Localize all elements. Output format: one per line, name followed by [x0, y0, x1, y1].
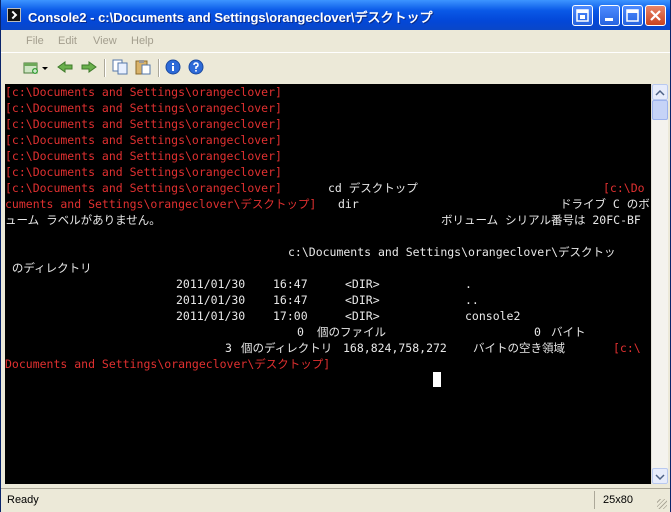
toolbar	[1, 52, 670, 82]
console-output: ューム ラベルがありません。	[5, 213, 161, 227]
next-tab-icon	[81, 61, 97, 73]
console-view[interactable]: [c:\Documents and Settings\orangeclover]…	[5, 84, 651, 484]
window-tile-icon	[576, 9, 589, 22]
free-bytes: 168,824,758,272	[343, 341, 447, 355]
dir-date: 2011/01/30	[176, 293, 246, 307]
close-icon	[650, 10, 661, 21]
dir-type: <DIR>	[345, 293, 380, 307]
file-bytes-unit: バイト	[551, 325, 586, 339]
console-output: ドライブ C のボ	[560, 197, 650, 211]
vertical-scrollbar[interactable]	[651, 84, 668, 484]
previous-tab-icon	[57, 61, 73, 73]
maximize-button[interactable]	[622, 5, 643, 26]
dir-date: 2011/01/30	[176, 277, 246, 291]
console-line: [c:\Documents and Settings\orangeclover]	[5, 133, 282, 147]
maximize-icon	[626, 9, 639, 22]
help-icon	[165, 59, 181, 75]
console-size-panel: 25x80	[594, 491, 652, 509]
console-line: [c:\Documents and Settings\orangeclover]	[5, 101, 282, 115]
console-output: ボリューム シリアル番号は 20FC-BF	[441, 213, 641, 227]
window-title: Console2 - c:\Documents and Settings\ora…	[28, 10, 433, 25]
dir-count-label: 個のディレクトリ	[241, 341, 333, 355]
menu-view[interactable]: View	[93, 35, 117, 47]
dir-name: .	[465, 277, 472, 291]
paste-icon	[135, 60, 151, 75]
previous-tab-button[interactable]	[56, 59, 74, 75]
copy-button[interactable]	[111, 59, 129, 75]
text-cursor	[433, 372, 441, 387]
scroll-up-button[interactable]	[652, 84, 668, 100]
minimize-icon	[605, 18, 613, 21]
minimize-button[interactable]	[599, 5, 620, 26]
dir-type: <DIR>	[345, 309, 380, 323]
next-tab-button[interactable]	[80, 59, 98, 75]
about-icon	[188, 59, 204, 75]
console-line: [c:\Documents and Settings\orangeclover]	[5, 117, 282, 131]
dir-name: console2	[465, 309, 521, 323]
chevron-up-icon	[655, 89, 665, 96]
console2-window: Console2 - c:\Documents and Settings\ora…	[0, 0, 671, 512]
menu-file[interactable]: File	[26, 35, 44, 47]
console-line: [c:\Documents and Settings\orangeclover]	[5, 149, 282, 163]
menu-edit[interactable]: Edit	[58, 35, 77, 47]
dir-name: ..	[465, 293, 479, 307]
console-command: dir	[338, 197, 359, 211]
file-count-label: 個のファイル	[317, 325, 386, 339]
status-bar: Ready 25x80	[1, 488, 670, 512]
console-app-icon[interactable]	[7, 8, 21, 22]
close-button[interactable]	[645, 5, 666, 26]
dir-type: <DIR>	[345, 277, 380, 291]
new-tab-icon	[23, 62, 38, 74]
console-prompt: [c:\Documents and Settings\orangeclover]	[5, 181, 282, 195]
toolbar-separator	[104, 59, 106, 77]
help-button[interactable]	[165, 59, 183, 75]
dropdown-arrow-icon	[42, 67, 48, 70]
scroll-thumb[interactable]	[652, 100, 668, 120]
scroll-down-button[interactable]	[652, 468, 668, 484]
console-prompt-wrap: [c:\Do	[603, 181, 645, 195]
console-prompt: cuments and Settings\orangeclover\デスクトップ…	[5, 197, 317, 211]
console-line: [c:\Documents and Settings\orangeclover]	[5, 165, 282, 179]
file-bytes: 0	[534, 325, 541, 339]
dir-date: 2011/01/30	[176, 309, 246, 323]
menu-help[interactable]: Help	[131, 35, 154, 47]
console-output: のディレクトリ	[5, 261, 92, 275]
console-command: cd デスクトップ	[328, 181, 418, 195]
console-prompt: Documents and Settings\orangeclover\デスクト…	[5, 357, 331, 371]
about-button[interactable]	[188, 59, 206, 75]
console-prompt-wrap: [c:\	[613, 341, 641, 355]
menu-bar: File Edit View Help	[1, 30, 670, 52]
dir-time: 17:00	[273, 309, 308, 323]
title-bar[interactable]: Console2 - c:\Documents and Settings\ora…	[1, 0, 670, 30]
dir-time: 16:47	[273, 277, 308, 291]
tabs-toggle-button[interactable]	[572, 5, 593, 26]
copy-icon	[112, 59, 128, 75]
console-output: c:\Documents and Settings\orangeclover\デ…	[288, 245, 616, 259]
new-tab-button[interactable]	[22, 59, 40, 75]
console-size: 25x80	[603, 494, 633, 506]
file-count: 0	[297, 325, 304, 339]
free-bytes-unit: バイトの空き領域	[473, 341, 565, 355]
dir-time: 16:47	[273, 293, 308, 307]
paste-button[interactable]	[134, 59, 152, 75]
status-text: Ready	[7, 494, 39, 506]
resize-grip-icon[interactable]	[657, 499, 667, 509]
chevron-down-icon	[655, 474, 665, 481]
console-line: [c:\Documents and Settings\orangeclover]	[5, 85, 282, 99]
toolbar-separator	[158, 59, 160, 77]
dir-count: 3	[225, 341, 232, 355]
new-tab-dropdown[interactable]	[41, 59, 49, 75]
